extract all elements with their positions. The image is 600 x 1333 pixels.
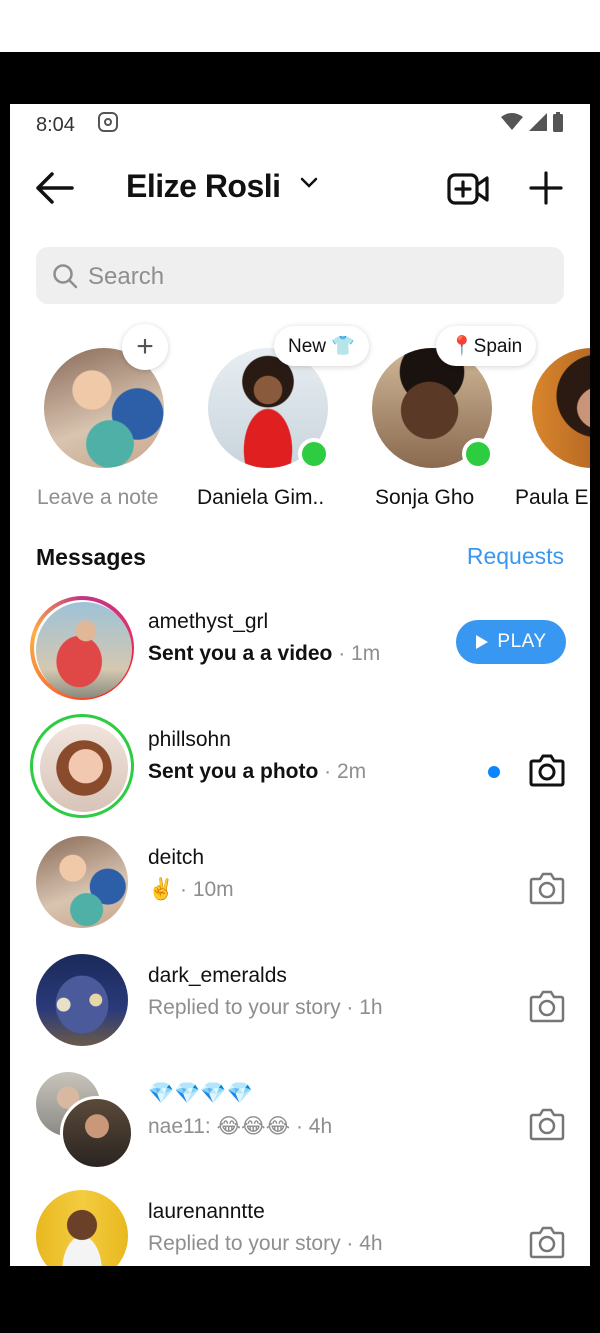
- thread-preview: nae11: 😂😂😂 · 4h: [148, 1114, 332, 1139]
- unread-dot: [488, 766, 500, 778]
- left-black-edge: [0, 104, 10, 1266]
- status-bar: 8:04: [10, 104, 590, 144]
- thread-time: · 1m: [332, 642, 381, 665]
- thread-row[interactable]: laurenanntte Replied to your story · 4h: [10, 1186, 590, 1266]
- camera-icon[interactable]: [528, 752, 566, 788]
- notes-tray: + Leave a note New 👕 Daniela Gim.. 📍Spai…: [10, 324, 590, 521]
- status-icons: [500, 112, 564, 132]
- group-avatar-front: [60, 1096, 134, 1170]
- video-plus-icon: [447, 173, 489, 205]
- avatar: [40, 724, 128, 812]
- avatar: [36, 836, 128, 928]
- camera-icon[interactable]: [528, 1106, 566, 1142]
- search-bar[interactable]: [36, 247, 564, 306]
- battery-icon: [553, 112, 563, 132]
- thread-preview: ✌️ · 10m: [148, 878, 234, 902]
- account-title[interactable]: Elize Rosli: [126, 168, 281, 205]
- online-indicator: [462, 438, 494, 470]
- preview-text: Sent you a a video: [148, 642, 333, 665]
- back-button[interactable]: [32, 168, 76, 208]
- preview-text: Replied to your story: [148, 996, 341, 1019]
- preview-text: nae11: 😂😂😂: [148, 1115, 291, 1138]
- camera-icon[interactable]: [528, 870, 566, 906]
- thread-username: phillsohn: [148, 728, 231, 751]
- thread-row[interactable]: phillsohn Sent you a photo · 2m: [10, 714, 590, 826]
- avatar: [532, 348, 590, 468]
- thread-groupname: 💎💎💎💎: [148, 1082, 253, 1105]
- requests-link[interactable]: Requests: [467, 543, 564, 570]
- camera-icon[interactable]: [528, 988, 566, 1024]
- thread-time: · 1h: [340, 996, 383, 1019]
- thread-row[interactable]: 💎💎💎💎 nae11: 😂😂😂 · 4h: [10, 1068, 590, 1180]
- thread-preview: Replied to your story · 1h: [148, 996, 383, 1020]
- note-sonja[interactable]: 📍Spain Sonja Gho: [352, 326, 537, 516]
- thread-username: dark_emeralds: [148, 964, 287, 987]
- header: Elize Rosli: [10, 162, 590, 212]
- play-label: PLAY: [497, 631, 547, 652]
- search-input[interactable]: [86, 247, 550, 306]
- preview-text: Replied to your story: [148, 1232, 341, 1255]
- phone-screen: 8:04 Elize Rosli Search + Leave a note N…: [10, 104, 590, 1266]
- right-black-edge: [590, 104, 600, 1266]
- instagram-notification-icon: [98, 112, 118, 132]
- chevron-down-icon[interactable]: [300, 176, 318, 190]
- signal-icon: [529, 113, 547, 131]
- note-daniela[interactable]: New 👕 Daniela Gim..: [188, 326, 369, 516]
- thread-row[interactable]: amethyst_grl Sent you a a video · 1m PLA…: [10, 596, 590, 708]
- thread-preview: Sent you a photo · 2m: [148, 760, 366, 784]
- thread-username: deitch: [148, 846, 205, 869]
- preview-text: ✌️: [148, 878, 175, 901]
- thread-row[interactable]: deitch ✌️ · 10m: [10, 832, 590, 944]
- note-paula[interactable]: Paula E: [512, 336, 590, 516]
- thread-username: amethyst_grl: [148, 610, 269, 633]
- thread-row[interactable]: dark_emeralds Replied to your story · 1h: [10, 950, 590, 1062]
- preview-text: Sent you a photo: [148, 760, 319, 783]
- thread-time: · 4h: [340, 1232, 383, 1255]
- new-video-call-button[interactable]: [446, 170, 490, 213]
- avatar: [36, 1190, 128, 1266]
- top-black-bar: [0, 52, 600, 104]
- wifi-icon: [501, 113, 523, 130]
- arrow-left-icon: [36, 172, 74, 204]
- thread-time: · 4h: [290, 1115, 333, 1138]
- play-icon: [476, 635, 489, 649]
- note-label: Paula E: [515, 486, 589, 509]
- online-indicator: [298, 438, 330, 470]
- thread-time: · 2m: [318, 760, 367, 783]
- note-own[interactable]: + Leave a note: [24, 324, 174, 516]
- status-time: 8:04: [36, 114, 75, 136]
- note-label: Daniela Gim..: [197, 486, 325, 509]
- thread-username: laurenanntte: [148, 1200, 265, 1223]
- thread-preview: Replied to your story · 4h: [148, 1232, 383, 1256]
- bottom-black-bar: [0, 1266, 600, 1333]
- thread-time: · 10m: [174, 878, 234, 901]
- messages-heading: Messages: [36, 544, 146, 570]
- avatar: [36, 954, 128, 1046]
- camera-icon[interactable]: [528, 1224, 566, 1260]
- new-message-button[interactable]: [528, 170, 564, 211]
- plus-icon: [529, 171, 563, 205]
- avatar: [36, 602, 132, 698]
- thread-preview: Sent you a a video · 1m: [148, 642, 380, 666]
- note-label: Leave a note: [37, 486, 159, 509]
- play-button[interactable]: PLAY: [456, 620, 566, 664]
- add-note-bubble[interactable]: +: [122, 324, 168, 370]
- search-icon: [53, 264, 78, 289]
